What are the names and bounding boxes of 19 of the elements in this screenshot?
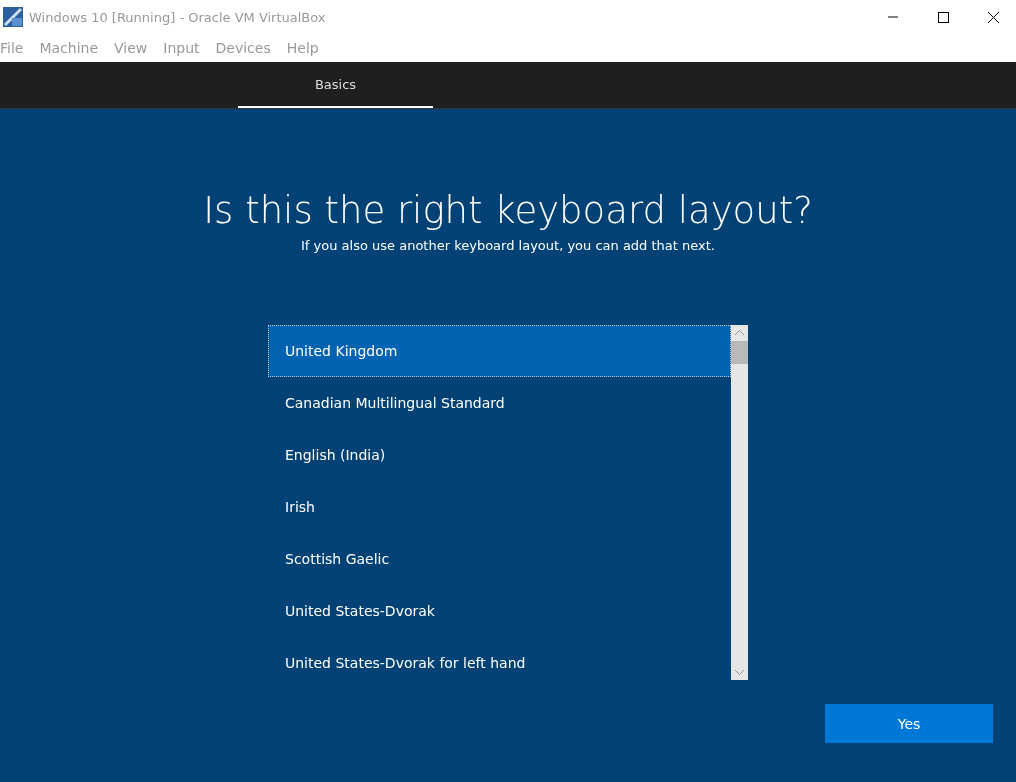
scrollbar-thumb[interactable] [731, 341, 748, 364]
list-item[interactable]: United States-Dvorak for left hand [268, 637, 731, 689]
page-subheading: If you also use another keyboard layout, you can add that next. [301, 238, 715, 253]
list-item[interactable]: Scottish Gaelic [268, 533, 731, 585]
scroll-up-icon[interactable] [735, 330, 744, 335]
list-item[interactable]: Irish [268, 481, 731, 533]
tab[interactable]: Basics [238, 62, 433, 108]
scroll-down-icon[interactable] [735, 670, 744, 675]
app-logo-icon [3, 7, 23, 27]
scrollbar[interactable] [731, 325, 748, 680]
yes-button[interactable]: Yes [825, 704, 993, 743]
list-item[interactable]: United States-Dvorak [268, 585, 731, 637]
list-item[interactable]: United Kingdom [268, 325, 731, 377]
maximize-icon [937, 11, 949, 23]
page-heading: Is this the right keyboard layout? [203, 189, 813, 232]
list-item[interactable]: Canadian Multilingual Standard [268, 377, 731, 429]
list-item[interactable]: English (India) [268, 429, 731, 481]
close-icon [987, 11, 999, 23]
window-title: Windows 10 [Running] - Oracle VM VirtualBox [29, 9, 327, 25]
